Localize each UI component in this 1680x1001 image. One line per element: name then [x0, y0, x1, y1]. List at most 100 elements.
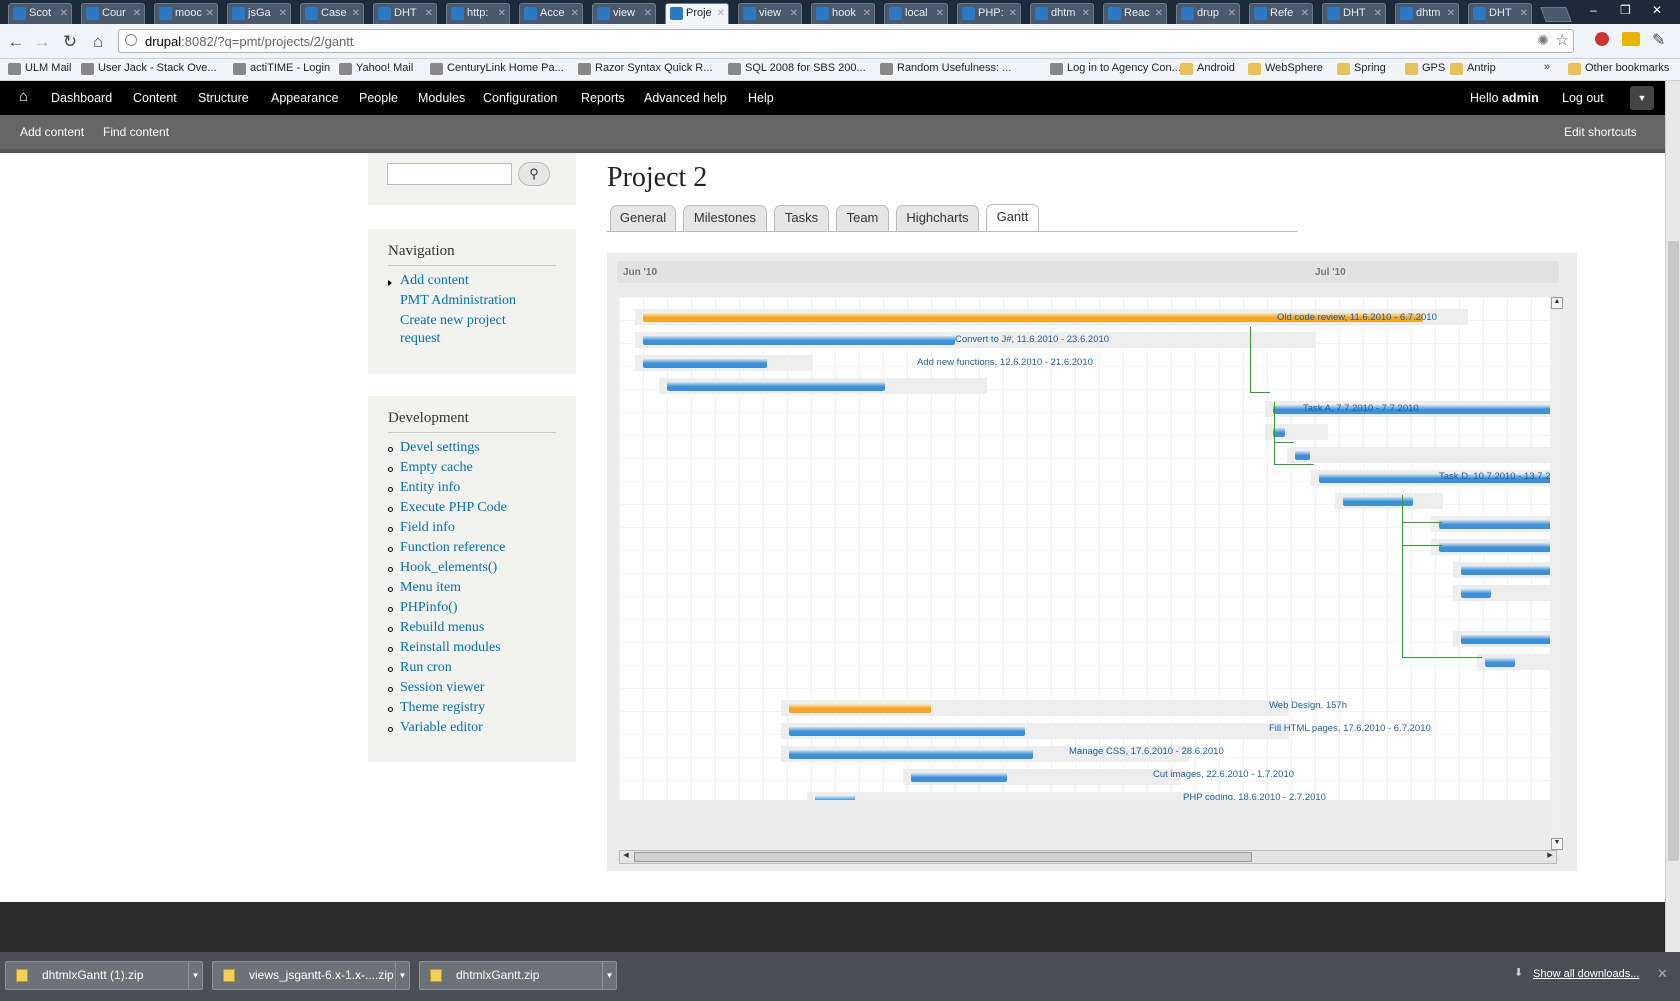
- browser-tab[interactable]: view ✕: [738, 3, 802, 24]
- project-bar[interactable]: [789, 703, 931, 713]
- browser-tab[interactable]: DHT ✕: [373, 3, 437, 24]
- search-icon[interactable]: ⚲: [518, 162, 550, 186]
- back-icon[interactable]: ←: [6, 32, 26, 52]
- browser-tab[interactable]: Acce ✕: [519, 3, 583, 24]
- close-tab-icon[interactable]: ✕: [571, 4, 579, 23]
- bookmark-item[interactable]: CenturyLink Home Pa...: [430, 62, 564, 75]
- minimize-icon[interactable]: –: [1590, 3, 1597, 17]
- tab-general[interactable]: General: [610, 205, 676, 231]
- extension-icon[interactable]: ✺: [1537, 32, 1549, 49]
- show-all-downloads-link[interactable]: Show all downloads...: [1533, 968, 1639, 980]
- home-icon[interactable]: ⌂: [88, 32, 108, 52]
- nav-create-project-request-cont[interactable]: request: [400, 331, 440, 347]
- close-tab-icon[interactable]: ✕: [1520, 4, 1528, 23]
- scroll-left-icon[interactable]: ◀: [620, 851, 632, 863]
- close-downloads-icon[interactable]: ✕: [1657, 966, 1668, 982]
- browser-tab[interactable]: Proje ✕: [665, 3, 729, 24]
- gantt-horizontal-scrollbar[interactable]: ◀ ▶: [619, 850, 1557, 864]
- toolbar-help[interactable]: Help: [748, 91, 774, 105]
- scroll-up-icon[interactable]: ▲: [1551, 297, 1563, 309]
- browser-tab[interactable]: Refe ✕: [1249, 3, 1313, 24]
- close-tab-icon[interactable]: ✕: [498, 4, 506, 23]
- close-tab-icon[interactable]: ✕: [60, 4, 68, 23]
- browser-tab[interactable]: dhtm ✕: [1030, 3, 1094, 24]
- reload-icon[interactable]: ↻: [60, 32, 80, 52]
- close-tab-icon[interactable]: ✕: [1374, 4, 1382, 23]
- nav-pmt-administration[interactable]: PMT Administration: [400, 293, 516, 309]
- task-bar[interactable]: [643, 358, 767, 368]
- toolbar-advanced-help[interactable]: Advanced help: [644, 91, 727, 105]
- browser-tab[interactable]: hook ✕: [811, 3, 875, 24]
- task-bar[interactable]: [1485, 657, 1515, 667]
- browser-tab[interactable]: Cour ✕: [81, 3, 145, 24]
- dev-menu-item[interactable]: Entity info: [400, 480, 460, 496]
- search-input[interactable]: [387, 163, 512, 185]
- chevron-down-icon[interactable]: ▼: [188, 962, 202, 989]
- extension-bug-icon[interactable]: [1595, 32, 1609, 46]
- task-bar[interactable]: [1295, 450, 1310, 460]
- tab-tasks[interactable]: Tasks: [774, 205, 829, 231]
- bookmark-item[interactable]: WebSphere: [1248, 62, 1323, 75]
- dev-menu-item[interactable]: Theme registry: [400, 700, 485, 716]
- browser-tab[interactable]: dhtm ✕: [1395, 3, 1459, 24]
- chevron-down-icon[interactable]: ▼: [395, 962, 409, 989]
- dev-menu-item[interactable]: Rebuild menus: [400, 620, 484, 636]
- page-info-icon[interactable]: [125, 34, 137, 46]
- bookmark-item[interactable]: User Jack - Stack Ove...: [81, 62, 217, 75]
- bookmark-item[interactable]: ULM Mail: [8, 62, 71, 75]
- bookmark-item[interactable]: SQL 2008 for SBS 200...: [728, 62, 866, 75]
- task-bar[interactable]: [815, 795, 855, 800]
- browser-tab[interactable]: Case ✕: [300, 3, 364, 24]
- bookmark-item[interactable]: Spring: [1337, 62, 1386, 75]
- close-tab-icon[interactable]: ✕: [790, 4, 798, 23]
- tab-milestones[interactable]: Milestones: [683, 205, 767, 231]
- close-tab-icon[interactable]: ✕: [352, 4, 360, 23]
- shortcut-add-content[interactable]: Add content: [20, 125, 84, 139]
- bookmark-item[interactable]: GPS: [1405, 62, 1445, 75]
- browser-tab[interactable]: mooc ✕: [154, 3, 218, 24]
- download-item[interactable]: dhtmlxGantt.zip ▼: [419, 961, 617, 990]
- close-tab-icon[interactable]: ✕: [279, 4, 287, 23]
- home-icon[interactable]: ⌂: [19, 88, 28, 105]
- nav-add-content[interactable]: Add content: [400, 273, 469, 289]
- dev-menu-item[interactable]: Empty cache: [400, 460, 473, 476]
- close-tab-icon[interactable]: ✕: [717, 4, 725, 23]
- scroll-down-icon[interactable]: ▼: [1551, 838, 1563, 850]
- browser-tab[interactable]: PHP: ✕: [957, 3, 1021, 24]
- toolbar-drawer-toggle-icon[interactable]: ▼: [1630, 86, 1654, 110]
- username[interactable]: admin: [1502, 91, 1539, 105]
- browser-tab[interactable]: DHT ✕: [1468, 3, 1532, 24]
- task-bar[interactable]: [1461, 634, 1557, 644]
- other-bookmarks[interactable]: Other bookmarks: [1568, 62, 1669, 75]
- close-tab-icon[interactable]: ✕: [1009, 4, 1017, 23]
- bookmark-item[interactable]: Android: [1180, 62, 1235, 75]
- page-scrollbar-thumb[interactable]: [1668, 241, 1679, 861]
- task-bar[interactable]: [789, 726, 1025, 736]
- close-tab-icon[interactable]: ✕: [863, 4, 871, 23]
- dev-menu-item[interactable]: Session viewer: [400, 680, 484, 696]
- shortcut-find-content[interactable]: Find content: [103, 125, 169, 139]
- bookmark-item[interactable]: actiTIME - Login: [233, 62, 330, 75]
- dev-menu-item[interactable]: Execute PHP Code: [400, 500, 507, 516]
- browser-tab[interactable]: view ✕: [592, 3, 656, 24]
- toolbar-appearance[interactable]: Appearance: [271, 91, 338, 105]
- bookmark-item[interactable]: Antrip: [1450, 62, 1496, 75]
- tab-gantt[interactable]: Gantt: [986, 204, 1039, 232]
- download-item[interactable]: views_jsgantt-6.x-1.x-....zip ▼: [212, 961, 410, 990]
- bookmark-item[interactable]: Random Usefulness: ...: [880, 62, 1011, 75]
- toolbar-structure[interactable]: Structure: [198, 91, 249, 105]
- tab-highcharts[interactable]: Highcharts: [896, 205, 979, 231]
- task-bar[interactable]: [1439, 542, 1557, 552]
- task-bar[interactable]: [1461, 588, 1491, 598]
- forward-icon[interactable]: →: [32, 32, 52, 52]
- dev-menu-item[interactable]: Function reference: [400, 540, 505, 556]
- task-bar[interactable]: [643, 335, 955, 345]
- task-bar[interactable]: [667, 381, 885, 391]
- task-bar[interactable]: [1439, 519, 1557, 529]
- scrollbar-thumb[interactable]: [634, 852, 1252, 862]
- browser-tab[interactable]: Scot ✕: [8, 3, 72, 24]
- chevron-down-icon[interactable]: ▼: [602, 962, 616, 989]
- toolbar-dashboard[interactable]: Dashboard: [51, 91, 112, 105]
- chevron-right-icon[interactable]: »: [1544, 61, 1550, 73]
- scroll-right-icon[interactable]: ▶: [1544, 851, 1556, 863]
